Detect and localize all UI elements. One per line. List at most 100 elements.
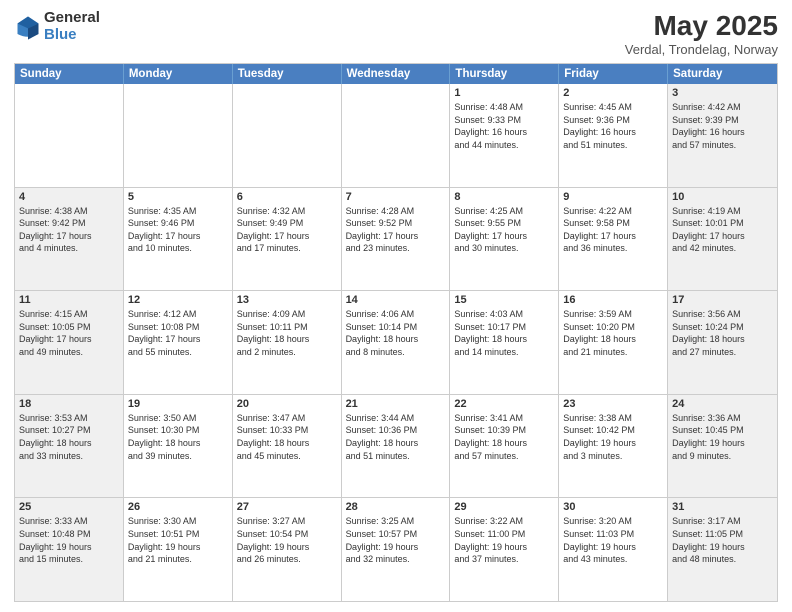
day-17: 17Sunrise: 3:56 AM Sunset: 10:24 PM Dayl… — [668, 291, 777, 394]
empty-cell-0-3 — [342, 84, 451, 187]
day-info-24: Sunrise: 3:36 AM Sunset: 10:45 PM Daylig… — [672, 412, 773, 462]
logo: General Blue — [14, 10, 100, 43]
day-info-31: Sunrise: 3:17 AM Sunset: 11:05 PM Daylig… — [672, 515, 773, 565]
day-number-8: 8 — [454, 191, 554, 203]
day-number-9: 9 — [563, 191, 663, 203]
logo-text: General Blue — [44, 10, 100, 43]
day-12: 12 Sunrise: 4:12 AM Sunset: 10:08 PM Dayl… — [124, 291, 233, 394]
calendar: SundayMondayTuesdayWednesdayThursdayFrid… — [14, 63, 778, 602]
week-row-1: 1 Sunrise: 4:48 AM Sunset: 9:33 PM Daylig… — [15, 84, 777, 187]
empty-cell-0-2 — [233, 84, 342, 187]
day-info-25: Sunrise: 3:33 AM Sunset: 10:48 PM Daylig… — [19, 515, 119, 565]
day-info-15: Sunrise: 4:03 AM Sunset: 10:17 PM Daylig… — [454, 308, 554, 358]
day-5: 5Sunrise: 4:35 AM Sunset: 9:46 PM Daylig… — [124, 188, 233, 291]
header-friday: Friday — [559, 64, 668, 84]
day-info-30: Sunrise: 3:20 AM Sunset: 11:03 PM Daylig… — [563, 515, 663, 565]
page: General Blue May 2025 Verdal, Trondelag,… — [0, 0, 792, 612]
day-info-1: Sunrise: 4:48 AM Sunset: 9:33 PM Dayligh… — [454, 101, 554, 151]
day-22: 22Sunrise: 3:41 AM Sunset: 10:39 PM Dayl… — [450, 395, 559, 498]
day-8: 8 Sunrise: 4:25 AM Sunset: 9:55 PM Daylig… — [450, 188, 559, 291]
day-info-4: Sunrise: 4:38 AM Sunset: 9:42 PM Dayligh… — [19, 205, 119, 255]
header-tuesday: Tuesday — [233, 64, 342, 84]
day-info-7: Sunrise: 4:28 AM Sunset: 9:52 PM Dayligh… — [346, 205, 446, 255]
day-number-12: 12 — [128, 294, 228, 306]
week-row-3: 11 Sunrise: 4:15 AM Sunset: 10:05 PM Dayl… — [15, 290, 777, 394]
day-29: 29 Sunrise: 3:22 AM Sunset: 11:00 PM Dayl… — [450, 498, 559, 601]
day-info-27: Sunrise: 3:27 AM Sunset: 10:54 PM Daylig… — [237, 515, 337, 565]
day-16: 16Sunrise: 3:59 AM Sunset: 10:20 PM Dayl… — [559, 291, 668, 394]
day-25: 25 Sunrise: 3:33 AM Sunset: 10:48 PM Dayl… — [15, 498, 124, 601]
day-number-10: 10 — [672, 191, 773, 203]
month-title: May 2025 — [625, 10, 778, 42]
day-27: 27 Sunrise: 3:27 AM Sunset: 10:54 PM Dayl… — [233, 498, 342, 601]
day-number-29: 29 — [454, 501, 554, 513]
day-number-19: 19 — [128, 398, 228, 410]
day-20: 20 Sunrise: 3:47 AM Sunset: 10:33 PM Dayl… — [233, 395, 342, 498]
day-6: 6 Sunrise: 4:32 AM Sunset: 9:49 PM Daylig… — [233, 188, 342, 291]
day-number-24: 24 — [672, 398, 773, 410]
day-number-2: 2 — [563, 87, 663, 99]
day-9: 9Sunrise: 4:22 AM Sunset: 9:58 PM Daylig… — [559, 188, 668, 291]
header-monday: Monday — [124, 64, 233, 84]
day-info-10: Sunrise: 4:19 AM Sunset: 10:01 PM Daylig… — [672, 205, 773, 255]
day-info-21: Sunrise: 3:44 AM Sunset: 10:36 PM Daylig… — [346, 412, 446, 462]
day-number-13: 13 — [237, 294, 337, 306]
day-10: 10 Sunrise: 4:19 AM Sunset: 10:01 PM Dayl… — [668, 188, 777, 291]
day-info-18: Sunrise: 3:53 AM Sunset: 10:27 PM Daylig… — [19, 412, 119, 462]
header-wednesday: Wednesday — [342, 64, 451, 84]
header-saturday: Saturday — [668, 64, 777, 84]
day-number-31: 31 — [672, 501, 773, 513]
day-11: 11 Sunrise: 4:15 AM Sunset: 10:05 PM Dayl… — [15, 291, 124, 394]
day-28: 28Sunrise: 3:25 AM Sunset: 10:57 PM Dayl… — [342, 498, 451, 601]
day-26: 26Sunrise: 3:30 AM Sunset: 10:51 PM Dayl… — [124, 498, 233, 601]
day-2: 2 Sunrise: 4:45 AM Sunset: 9:36 PM Daylig… — [559, 84, 668, 187]
day-info-12: Sunrise: 4:12 AM Sunset: 10:08 PM Daylig… — [128, 308, 228, 358]
day-4: 4Sunrise: 4:38 AM Sunset: 9:42 PM Daylig… — [15, 188, 124, 291]
day-info-20: Sunrise: 3:47 AM Sunset: 10:33 PM Daylig… — [237, 412, 337, 462]
day-number-21: 21 — [346, 398, 446, 410]
location: Verdal, Trondelag, Norway — [625, 42, 778, 57]
day-number-1: 1 — [454, 87, 554, 99]
day-number-6: 6 — [237, 191, 337, 203]
day-info-13: Sunrise: 4:09 AM Sunset: 10:11 PM Daylig… — [237, 308, 337, 358]
day-number-18: 18 — [19, 398, 119, 410]
header: General Blue May 2025 Verdal, Trondelag,… — [14, 10, 778, 57]
day-number-26: 26 — [128, 501, 228, 513]
day-info-2: Sunrise: 4:45 AM Sunset: 9:36 PM Dayligh… — [563, 101, 663, 151]
day-number-27: 27 — [237, 501, 337, 513]
empty-cell-0-0 — [15, 84, 124, 187]
day-1: 1 Sunrise: 4:48 AM Sunset: 9:33 PM Daylig… — [450, 84, 559, 187]
day-number-20: 20 — [237, 398, 337, 410]
day-30: 30Sunrise: 3:20 AM Sunset: 11:03 PM Dayl… — [559, 498, 668, 601]
week-row-4: 18 Sunrise: 3:53 AM Sunset: 10:27 PM Dayl… — [15, 394, 777, 498]
day-3: 3Sunrise: 4:42 AM Sunset: 9:39 PM Daylig… — [668, 84, 777, 187]
week-row-2: 4Sunrise: 4:38 AM Sunset: 9:42 PM Daylig… — [15, 187, 777, 291]
day-info-23: Sunrise: 3:38 AM Sunset: 10:42 PM Daylig… — [563, 412, 663, 462]
day-13: 13 Sunrise: 4:09 AM Sunset: 10:11 PM Dayl… — [233, 291, 342, 394]
day-14: 14 Sunrise: 4:06 AM Sunset: 10:14 PM Dayl… — [342, 291, 451, 394]
day-info-19: Sunrise: 3:50 AM Sunset: 10:30 PM Daylig… — [128, 412, 228, 462]
day-24: 24 Sunrise: 3:36 AM Sunset: 10:45 PM Dayl… — [668, 395, 777, 498]
logo-general-text: General — [44, 10, 100, 27]
day-info-8: Sunrise: 4:25 AM Sunset: 9:55 PM Dayligh… — [454, 205, 554, 255]
day-info-14: Sunrise: 4:06 AM Sunset: 10:14 PM Daylig… — [346, 308, 446, 358]
week-row-5: 25 Sunrise: 3:33 AM Sunset: 10:48 PM Dayl… — [15, 497, 777, 601]
empty-cell-0-1 — [124, 84, 233, 187]
day-number-16: 16 — [563, 294, 663, 306]
day-info-11: Sunrise: 4:15 AM Sunset: 10:05 PM Daylig… — [19, 308, 119, 358]
calendar-header: SundayMondayTuesdayWednesdayThursdayFrid… — [15, 64, 777, 84]
day-number-11: 11 — [19, 294, 119, 306]
day-info-6: Sunrise: 4:32 AM Sunset: 9:49 PM Dayligh… — [237, 205, 337, 255]
day-number-25: 25 — [19, 501, 119, 513]
day-number-17: 17 — [672, 294, 773, 306]
header-thursday: Thursday — [450, 64, 559, 84]
day-number-5: 5 — [128, 191, 228, 203]
day-21: 21 Sunrise: 3:44 AM Sunset: 10:36 PM Dayl… — [342, 395, 451, 498]
day-number-14: 14 — [346, 294, 446, 306]
day-31: 31 Sunrise: 3:17 AM Sunset: 11:05 PM Dayl… — [668, 498, 777, 601]
calendar-body: 1 Sunrise: 4:48 AM Sunset: 9:33 PM Daylig… — [15, 84, 777, 601]
day-23: 23 Sunrise: 3:38 AM Sunset: 10:42 PM Dayl… — [559, 395, 668, 498]
day-number-23: 23 — [563, 398, 663, 410]
day-info-29: Sunrise: 3:22 AM Sunset: 11:00 PM Daylig… — [454, 515, 554, 565]
day-number-22: 22 — [454, 398, 554, 410]
